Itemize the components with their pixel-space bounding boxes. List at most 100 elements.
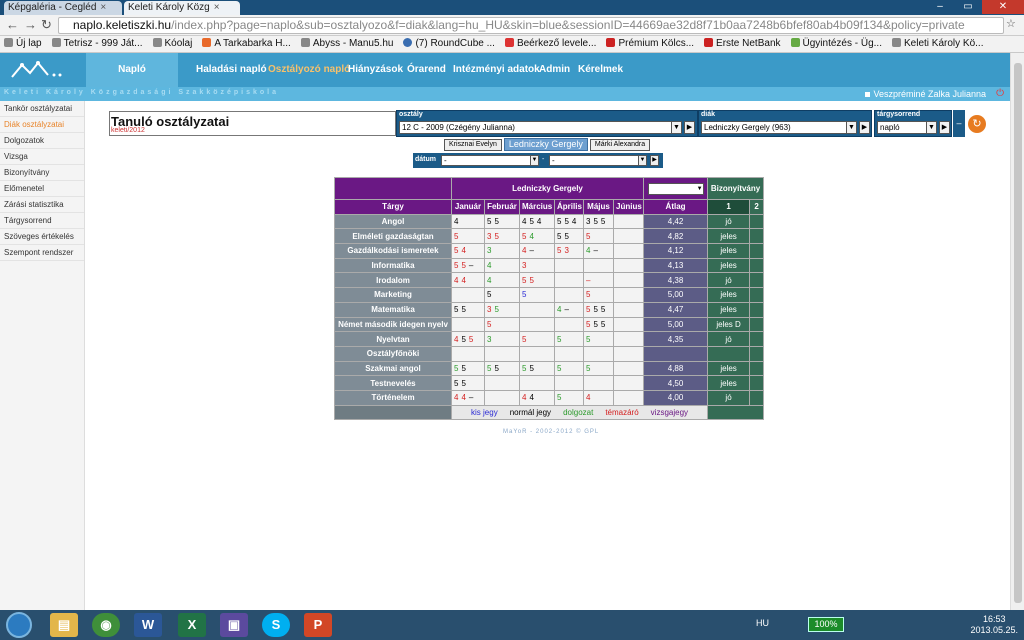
datum-from-select[interactable]: - bbox=[441, 155, 539, 166]
grade[interactable]: 5 bbox=[601, 217, 605, 226]
grade[interactable]: 5 bbox=[494, 217, 498, 226]
grade[interactable]: 5 bbox=[529, 276, 533, 285]
address-bar[interactable]: naplo.keletiszki.hu/index.php?page=naplo… bbox=[58, 17, 1004, 34]
next-student-button[interactable]: Márki Alexandra bbox=[589, 139, 651, 151]
bookmark-item[interactable]: Tetrisz - 999 Ját... bbox=[51, 36, 143, 52]
grade[interactable]: 4 bbox=[461, 246, 465, 255]
bookmark-item[interactable]: (7) RoundCube ... bbox=[403, 36, 495, 52]
grade[interactable]: 3 bbox=[586, 217, 590, 226]
close-icon[interactable]: × bbox=[100, 2, 106, 13]
subject-cell[interactable]: Angol bbox=[334, 213, 452, 230]
sidebar-item-targysorrend[interactable]: Tárgysorrend bbox=[0, 213, 84, 229]
grade[interactable]: 4 bbox=[557, 305, 561, 314]
sidebar-item-elomenetel[interactable]: Előmenetel bbox=[0, 181, 84, 197]
go-arrow-icon[interactable]: ▶ bbox=[684, 121, 695, 134]
user-name[interactable]: Veszpréminé Zalka Julianna bbox=[865, 89, 986, 99]
subject-cell[interactable]: Irodalom bbox=[334, 272, 452, 289]
subject-cell[interactable]: Matematika bbox=[334, 301, 452, 318]
sidebar-item-tankor-osztalyzatai[interactable]: Tankör osztályzatai bbox=[0, 101, 84, 117]
grade[interactable]: 5 bbox=[454, 379, 458, 388]
star-icon[interactable]: ☆ bbox=[1006, 17, 1016, 30]
browser-tab-kepgaleria[interactable]: Képgaléria - Cegléd × bbox=[4, 1, 122, 15]
grade[interactable]: 5 bbox=[461, 305, 465, 314]
logout-icon[interactable]: ⏻ bbox=[996, 88, 1004, 99]
grade[interactable]: 5 bbox=[564, 217, 568, 226]
grade[interactable]: 4 bbox=[586, 393, 590, 402]
refresh-icon[interactable]: ↻ bbox=[968, 115, 986, 133]
clock[interactable]: 16:53 2013.05.25. bbox=[970, 614, 1018, 636]
subject-cell[interactable]: Nyelvtan bbox=[334, 331, 452, 347]
sidebar-item-bizonyitvany[interactable]: Bizonyítvány bbox=[0, 165, 84, 181]
bookmark-item[interactable]: Ügyintézés - Üg... bbox=[790, 36, 882, 52]
nav-admin[interactable]: Admin bbox=[539, 53, 570, 87]
grade[interactable]: 5 bbox=[487, 217, 491, 226]
word-icon[interactable]: W bbox=[134, 613, 162, 637]
grade[interactable]: 5 bbox=[522, 290, 526, 299]
grade[interactable]: 3 bbox=[487, 232, 491, 241]
go-arrow-icon[interactable]: ▶ bbox=[859, 121, 870, 134]
subject-cell[interactable]: Marketing bbox=[334, 287, 452, 303]
grade[interactable]: 4 bbox=[454, 217, 458, 226]
grade[interactable]: – bbox=[593, 246, 597, 255]
nav-osztalyozo-naplo[interactable]: Osztályozó napló bbox=[268, 53, 350, 87]
grade[interactable]: 5 bbox=[461, 364, 465, 373]
nav-intezmenyi-adatok[interactable]: Intézményi adatok bbox=[453, 53, 540, 87]
reload-icon[interactable]: ↻ bbox=[41, 17, 52, 33]
grade[interactable]: 5 bbox=[461, 379, 465, 388]
osztaly-select[interactable]: 12 C - 2009 (Czégény Julianna) bbox=[399, 121, 673, 134]
go-arrow-icon[interactable]: ▶ bbox=[939, 121, 950, 134]
grade[interactable]: 5 bbox=[586, 232, 590, 241]
grade[interactable]: 5 bbox=[529, 217, 533, 226]
grade[interactable]: 5 bbox=[557, 232, 561, 241]
save-disk-icon[interactable]: ▣ bbox=[220, 613, 248, 637]
targysorrend-select[interactable]: napló bbox=[877, 121, 927, 134]
chevron-down-icon[interactable]: ▼ bbox=[926, 121, 937, 134]
sidebar-item-zarasi-statisztika[interactable]: Zárási statisztika bbox=[0, 197, 84, 213]
grade[interactable]: 5 bbox=[454, 232, 458, 241]
explorer-icon[interactable]: ▤ bbox=[50, 613, 78, 637]
bookmark-item[interactable]: Erste NetBank bbox=[704, 36, 781, 52]
bookmark-item[interactable]: Beérkező levele... bbox=[504, 36, 596, 52]
subject-cell[interactable]: Gazdálkodási ismeretek bbox=[334, 243, 452, 259]
grade[interactable]: 5 bbox=[469, 335, 473, 344]
grade[interactable]: 5 bbox=[454, 305, 458, 314]
grade[interactable]: 5 bbox=[529, 364, 533, 373]
subject-cell[interactable]: Informatika bbox=[334, 257, 452, 274]
subject-cell[interactable]: Elméleti gazdaságtan bbox=[334, 228, 452, 245]
grade[interactable]: 4 bbox=[454, 393, 458, 402]
nav-orarend[interactable]: Órarend bbox=[407, 53, 446, 87]
grade[interactable]: 5 bbox=[494, 232, 498, 241]
nav-hianyzasok[interactable]: Hiányzások bbox=[348, 53, 403, 87]
grade[interactable]: 3 bbox=[487, 246, 491, 255]
back-icon[interactable]: ← bbox=[6, 17, 19, 32]
grade[interactable]: 5 bbox=[601, 305, 605, 314]
grade[interactable]: 5 bbox=[557, 217, 561, 226]
grade[interactable]: 5 bbox=[487, 290, 491, 299]
grade[interactable]: 4 bbox=[461, 276, 465, 285]
chevron-down-icon[interactable]: ▼ bbox=[530, 155, 539, 166]
nav-naplo[interactable]: Napló bbox=[86, 53, 178, 87]
grade[interactable]: 5 bbox=[593, 320, 597, 329]
grade[interactable]: 5 bbox=[586, 320, 590, 329]
grade[interactable]: 4 bbox=[454, 276, 458, 285]
sidebar-item-szoveges-ertekeles[interactable]: Szöveges értékelés bbox=[0, 229, 84, 245]
grade[interactable]: 5 bbox=[593, 217, 597, 226]
grade[interactable]: – bbox=[469, 393, 473, 402]
grade[interactable]: 5 bbox=[454, 364, 458, 373]
bookmark-item[interactable]: Keleti Károly Kö... bbox=[892, 36, 983, 52]
grade[interactable]: 5 bbox=[494, 305, 498, 314]
grade[interactable]: 5 bbox=[487, 364, 491, 373]
prev-student-button[interactable]: Krisznai Evelyn bbox=[444, 139, 502, 151]
grade[interactable]: 5 bbox=[522, 335, 526, 344]
bookmark-item[interactable]: Abyss - Manu5.hu bbox=[300, 36, 393, 52]
grade[interactable]: 5 bbox=[454, 261, 458, 270]
sidebar-item-vizsga[interactable]: Vizsga bbox=[0, 149, 84, 165]
diak-select[interactable]: Ledniczky Gergely (963) bbox=[701, 121, 847, 134]
grade[interactable]: 5 bbox=[564, 232, 568, 241]
grade[interactable]: 4 bbox=[461, 393, 465, 402]
grade[interactable]: 5 bbox=[586, 290, 590, 299]
grade[interactable]: 5 bbox=[586, 364, 590, 373]
grade[interactable]: 4 bbox=[522, 393, 526, 402]
vertical-scrollbar[interactable] bbox=[1010, 53, 1024, 610]
bookmark-item[interactable]: Új lap bbox=[4, 36, 42, 52]
